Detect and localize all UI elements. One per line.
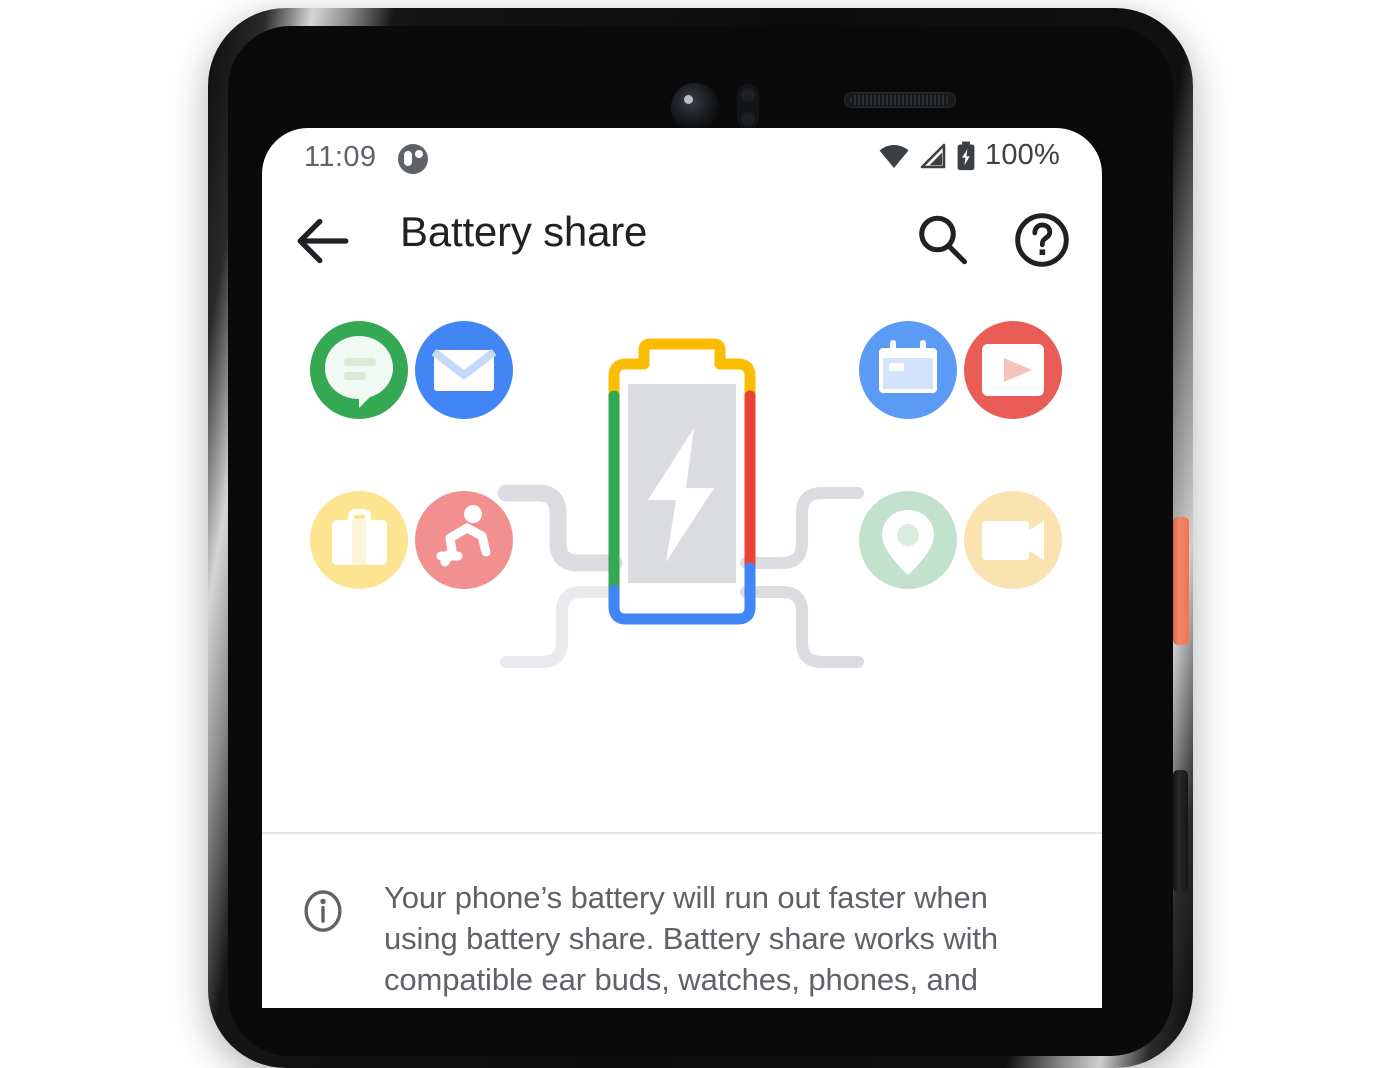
front-camera-icon <box>671 83 719 131</box>
connector-left-upper <box>497 484 623 572</box>
help-circle-icon <box>1015 213 1069 267</box>
app-icon-youtube <box>964 321 1062 419</box>
illustration-canvas <box>310 321 1062 668</box>
volume-rocker-button[interactable] <box>1173 770 1188 892</box>
app-icon-briefcase <box>310 491 408 589</box>
search-button[interactable] <box>906 204 978 276</box>
status-icons: 100% <box>878 139 1060 172</box>
connector-left-lower <box>500 586 620 668</box>
app-icon-location <box>859 491 957 589</box>
page-title: Battery share <box>400 208 648 255</box>
connector-right-upper <box>740 487 864 569</box>
wifi-icon <box>879 144 909 168</box>
battery-share-illustration <box>262 300 1102 832</box>
battery-percent-label: 100% <box>985 139 1060 171</box>
app-icon-messages <box>310 321 408 419</box>
search-icon <box>919 215 968 265</box>
connector-right-lower <box>740 586 864 668</box>
phone-screen: 11:09 100% Battery share Your phone’s ba… <box>262 128 1102 1008</box>
app-icon-fitness <box>415 491 513 589</box>
notification-dot-icon <box>398 144 428 174</box>
battery-charging-icon <box>957 141 975 170</box>
back-button[interactable] <box>284 202 362 280</box>
back-arrow-icon <box>297 218 349 264</box>
info-row: Your phone’s battery will run out faster… <box>262 834 1102 1008</box>
info-circle-icon <box>304 890 342 932</box>
app-icon-calendar <box>859 321 957 419</box>
battery-graphic <box>608 338 756 625</box>
cell-signal-icon <box>920 143 946 168</box>
app-icon-video <box>964 491 1062 589</box>
info-text: Your phone’s battery will run out faster… <box>384 880 999 1008</box>
sensor-cluster-icon <box>737 84 759 130</box>
app-bar: Battery share <box>262 186 1102 300</box>
help-button[interactable] <box>1006 204 1078 276</box>
app-icon-mail <box>415 321 513 419</box>
status-bar: 11:09 100% <box>262 128 1102 186</box>
status-time: 11:09 <box>304 141 377 173</box>
power-button[interactable] <box>1173 517 1189 645</box>
earpiece-speaker-icon <box>844 92 956 108</box>
